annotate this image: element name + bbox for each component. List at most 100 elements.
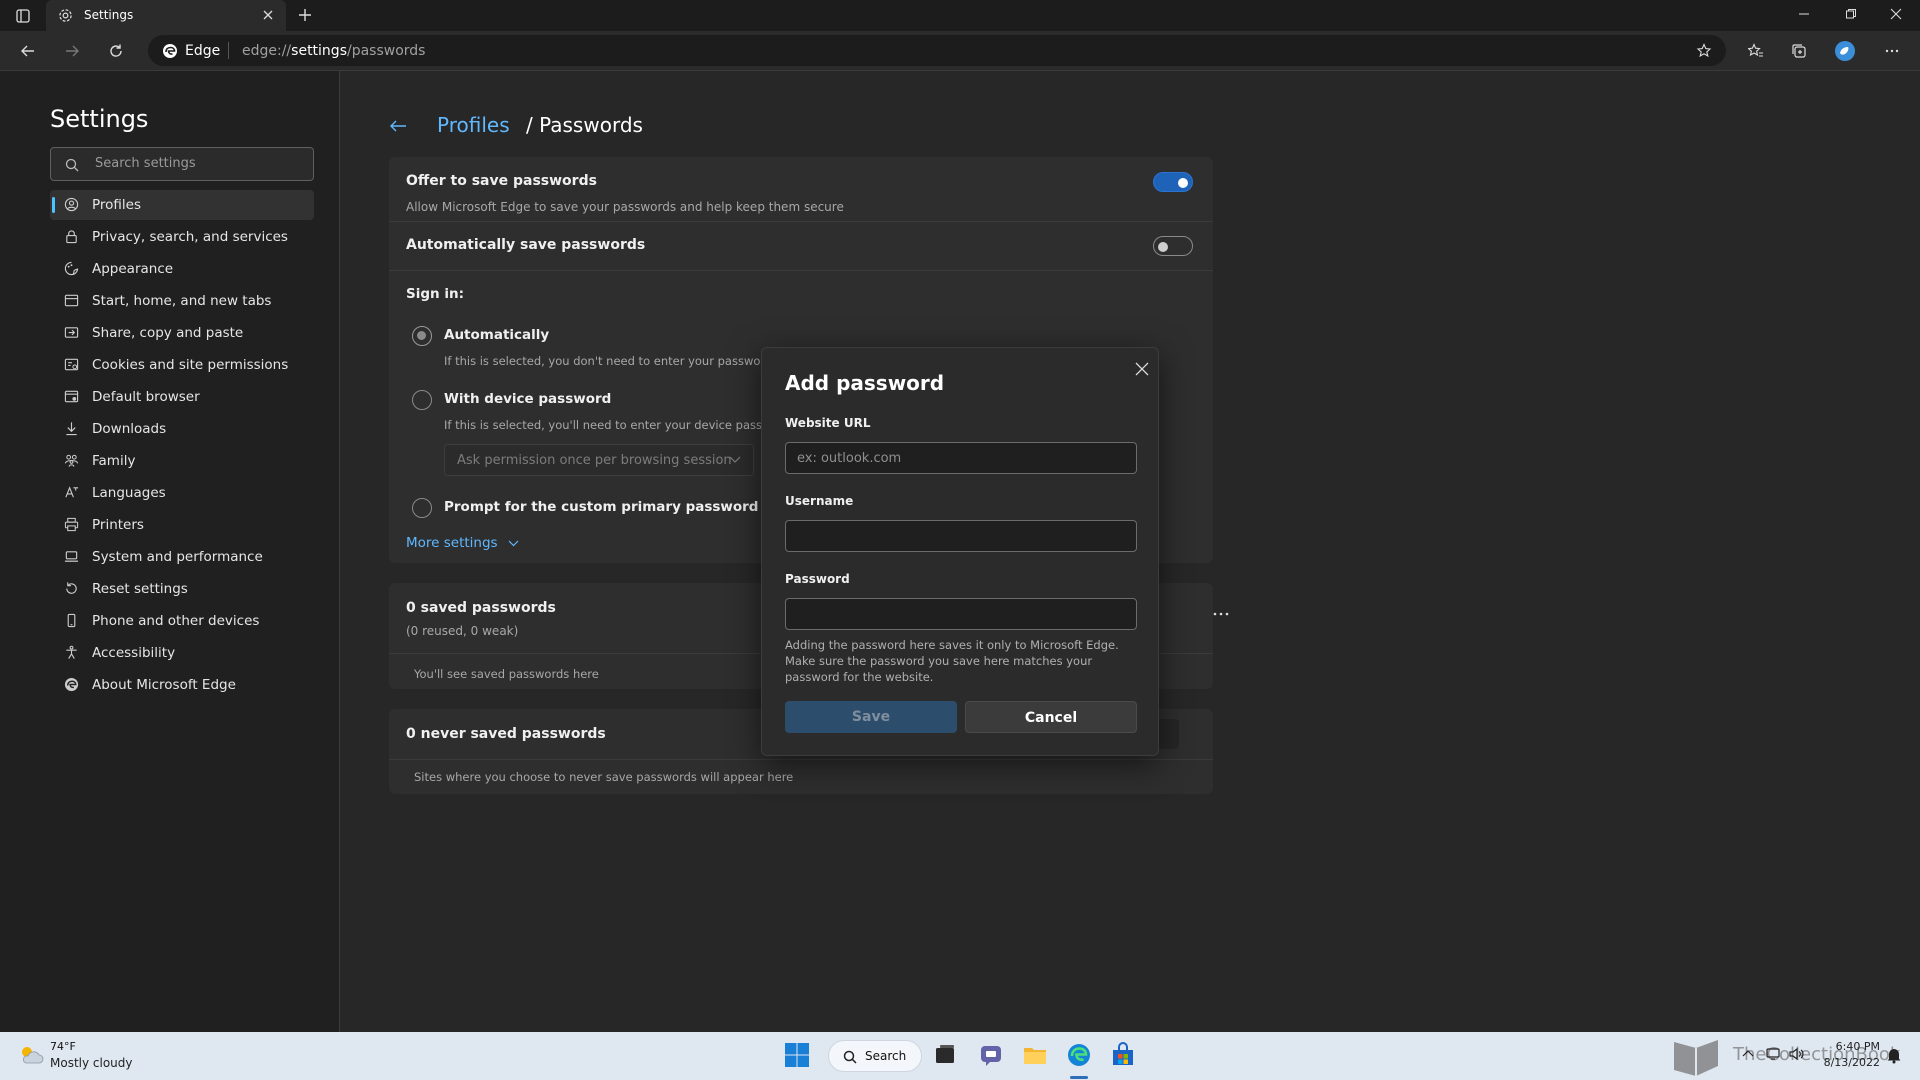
sidebar-item-profiles[interactable]: Profiles [50,190,314,220]
breadcrumb-profiles-link[interactable]: Profiles [437,113,510,137]
sidebar-item-label: Appearance [92,261,174,277]
back-icon[interactable] [20,43,36,59]
sidebar-item-phone[interactable]: Phone and other devices [50,606,314,636]
address-bar[interactable]: Edge edge://settings/passwords [148,35,1726,66]
saved-passwords-empty: You'll see saved passwords here [414,667,599,681]
password-input[interactable] [785,598,1137,630]
settings-title: Settings [50,105,149,133]
sidebar-item-label: Share, copy and paste [92,325,244,341]
password-label: Password [785,572,850,586]
person-icon [64,197,79,212]
search-icon [65,158,79,172]
volume-icon[interactable] [1788,1047,1804,1061]
sidebar-item-privacy[interactable]: Privacy, search, and services [50,222,314,252]
start-windows-icon[interactable] [784,1042,812,1070]
cancel-button[interactable]: Cancel [965,701,1137,733]
address-separator [228,42,229,59]
sidebar-item-languages[interactable]: Languages [50,478,314,508]
edge-browser-icon[interactable] [1066,1042,1094,1070]
sidebar-item-system[interactable]: System and performance [50,542,314,572]
close-icon[interactable] [1131,358,1153,380]
sidebar-item-start-home[interactable]: Start, home, and new tabs [50,286,314,316]
offer-save-toggle[interactable] [1153,172,1193,192]
saved-passwords-stats: (0 reused, 0 weak) [406,624,519,638]
taskbar-search-button[interactable]: Search [828,1040,922,1072]
clock-date[interactable]: 8/13/2022 [1820,1056,1880,1069]
tab-settings[interactable]: Settings [46,0,286,31]
sidebar-item-label: Downloads [92,421,167,437]
sidebar-item-share-copy[interactable]: Share, copy and paste [50,318,314,348]
search-settings-box[interactable] [50,147,314,181]
sidebar-item-label: System and performance [92,549,263,565]
sidebar-item-printers[interactable]: Printers [50,510,314,540]
language-icon [64,485,79,500]
display-icon[interactable] [1766,1047,1780,1061]
tab-title: Settings [84,8,134,22]
forward-icon[interactable] [64,43,80,59]
teams-chat-icon[interactable] [978,1042,1006,1070]
clock-time[interactable]: 6:40 PM [1820,1040,1880,1053]
divider [389,759,1213,760]
sidebar-item-label: Printers [92,517,144,533]
auto-save-toggle[interactable] [1153,236,1193,256]
file-explorer-icon[interactable] [1022,1042,1050,1070]
microsoft-store-icon[interactable] [1110,1042,1138,1070]
chevron-down-icon [729,456,741,463]
url-text[interactable]: edge://settings/passwords [242,43,425,59]
sidebar-item-family[interactable]: Family [50,446,314,476]
book-logo-icon [1668,1032,1724,1080]
option-device-label: With device password [444,391,612,407]
sidebar-item-default-browser[interactable]: Default browser [50,382,314,412]
profile-avatar[interactable] [1834,40,1856,62]
minimize-icon[interactable] [1798,8,1810,20]
more-actions-icon[interactable] [1213,612,1229,616]
task-view-icon[interactable] [932,1042,960,1070]
new-tab-icon[interactable] [298,8,312,22]
site-identity-label: Edge [185,43,221,59]
more-settings-link[interactable]: More settings [406,535,519,551]
close-window-icon[interactable] [1890,8,1902,20]
home-icon [64,293,79,308]
sidebar-item-reset[interactable]: Reset settings [50,574,314,604]
sidebar-item-cookies[interactable]: Cookies and site permissions [50,350,314,380]
radio-device-password[interactable] [412,390,432,410]
chevron-up-icon[interactable] [1742,1048,1754,1060]
collections-icon[interactable] [1791,43,1807,59]
share-icon [64,325,79,340]
option-automatically-label: Automatically [444,327,550,343]
sidebar-item-downloads[interactable]: Downloads [50,414,314,444]
appearance-icon [64,261,79,276]
favorites-icon[interactable] [1748,43,1764,59]
radio-automatically[interactable] [412,326,432,346]
edge-logo-icon [162,43,178,59]
device-password-dropdown[interactable]: Ask permission once per browsing session [444,444,754,476]
sidebar-item-appearance[interactable]: Appearance [50,254,314,284]
laptop-icon [64,549,79,564]
sidebar-item-about[interactable]: About Microsoft Edge [50,670,314,700]
divider [389,270,1213,271]
search-settings-input[interactable] [95,156,305,171]
sidebar-item-label: Cookies and site permissions [92,357,289,373]
offer-save-description: Allow Microsoft Edge to save your passwo… [406,200,844,214]
notification-bell-icon[interactable] [1886,1046,1902,1064]
website-url-input[interactable] [785,442,1137,474]
sidebar-item-accessibility[interactable]: Accessibility [50,638,314,668]
chevron-down-icon [508,540,519,546]
add-favorite-icon[interactable] [1696,43,1712,59]
search-icon [843,1050,857,1064]
weather-condition: Mostly cloudy [50,1056,133,1070]
username-input[interactable] [785,520,1137,552]
sidebar-item-label: Profiles [92,197,142,213]
sign-in-label: Sign in: [406,286,464,302]
back-arrow-icon[interactable] [389,118,407,134]
sidebar-item-label: Default browser [92,389,200,405]
close-tab-icon[interactable] [262,9,274,21]
cookie-icon [64,357,79,372]
restore-icon[interactable] [1845,8,1857,20]
never-saved-title: 0 never saved passwords [406,726,606,742]
more-options-icon[interactable] [1884,43,1900,59]
tab-actions-icon[interactable] [16,9,30,23]
save-button[interactable]: Save [785,701,957,733]
radio-custom-primary[interactable] [412,498,432,518]
refresh-icon[interactable] [108,43,124,59]
